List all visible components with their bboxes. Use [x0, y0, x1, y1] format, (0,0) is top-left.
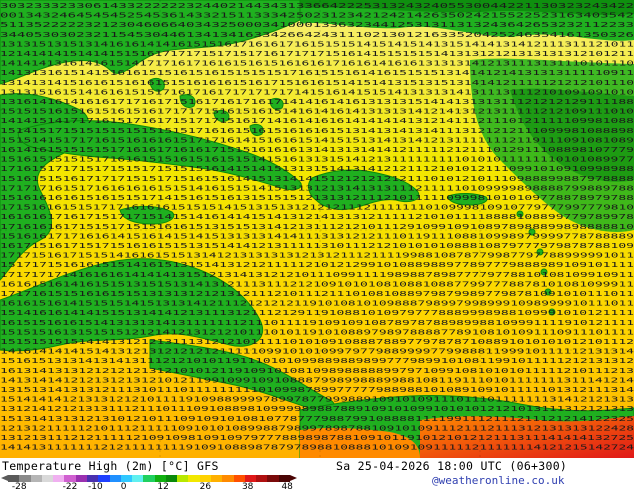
- temperature-value-row: 1515151515141413121213111312121011111010…: [0, 338, 634, 346]
- temperature-value-row: 1416141414151413121312121212111110991010…: [0, 348, 634, 356]
- temperature-value-row: 1516151313141314131112121010119111010109…: [0, 357, 634, 365]
- temperature-value-row: 1516151516171717151517151615161415131414…: [0, 175, 634, 183]
- colorbar-segment: [41, 475, 54, 482]
- temperature-value-row: 1515151613151515121214121312121011101011…: [0, 328, 634, 336]
- temperature-value-row: 1716151717151715151715151516141514151313…: [0, 165, 634, 173]
- colorbar-segment: [256, 475, 268, 482]
- temperature-value-row: 1514151715151515151515151716161516151616…: [0, 127, 634, 135]
- colorbar-segment: [120, 475, 133, 482]
- colorbar-segment: [278, 475, 291, 482]
- temperature-value-row: 1214141415141415151617171715171517161717…: [0, 50, 634, 58]
- temperature-value-grid: 3032333233061433222222324402144343133664…: [0, 2, 634, 452]
- credit-link[interactable]: @weatheronline.co.uk: [432, 474, 564, 487]
- temperature-value-row: 5113522222321230460664034325000341000133…: [0, 21, 634, 29]
- temperature-value-row: 1515151615161516151617171715161516151416…: [0, 108, 634, 116]
- temperature-value-row: 1312141212131311121110111091088981099998…: [0, 405, 634, 413]
- colorbar-tick-label: 48: [281, 482, 293, 490]
- temperature-value-row: 1315131413131211131011101111111110109987…: [0, 386, 634, 394]
- colorbar-segment: [75, 475, 88, 482]
- colorbar-segment: [30, 475, 43, 482]
- colorbar-segment: [154, 475, 167, 482]
- temperature-value-row: 1513141313121310121011109109101081077877…: [0, 415, 634, 423]
- colorbar-segment: [109, 475, 122, 482]
- temperature-value-row: 1413131615141516161515161516151515151716…: [0, 69, 634, 77]
- colorbar-tick-label: 26: [199, 482, 212, 490]
- colorbar-segment: [53, 475, 65, 482]
- temperature-colorbar: [1, 475, 297, 482]
- temperature-value-row: 1313151315131416161414161515161716161716…: [0, 40, 634, 48]
- temperature-value-row: 1717151617151514161615151314121313131312…: [0, 252, 634, 260]
- colorbar-segment: [222, 475, 235, 482]
- temperature-value-row: 1717161515161615151313131212131211121011…: [0, 290, 634, 298]
- temperature-value-row: 1613141313121212121312101012119109101081…: [0, 367, 634, 375]
- colorbar-segment: [199, 475, 212, 482]
- colorbar-segment: [64, 475, 77, 482]
- temperature-map: 3032333233061433222222324402144343133664…: [0, 0, 634, 458]
- colorbar-segment: [98, 475, 110, 482]
- temperature-value-row: 1515141517171615161616151717161415161615…: [0, 136, 634, 144]
- temperature-value-row: 1213121111121011121111109101010899887989…: [0, 424, 634, 432]
- temperature-value-row: 1314131415161615161615151616161516171516…: [0, 79, 634, 87]
- colorbar-segment: [143, 475, 156, 482]
- colorbar-segment: [244, 475, 257, 482]
- temperature-value-row: 1514141412131312121011119109889999789978…: [0, 396, 634, 404]
- temperature-value-row: 1313151615141616151517161716171717171714…: [0, 88, 634, 96]
- weather-map-screen: 3032333233061433222222324402144343133664…: [0, 0, 634, 490]
- temperature-value-row: 1414141316141615141717161716161516151616…: [0, 60, 634, 68]
- colorbar-segment: [188, 475, 201, 482]
- temperature-value-row: 1312131112121111121091098109109797778898…: [0, 434, 634, 442]
- temperature-value-row: 1414131111111212111111119109108898787978…: [0, 444, 634, 452]
- temperature-value-row: 1414151417171615171617151717151617141614…: [0, 117, 634, 125]
- forecast-datetime: Sa 25-04-2026 18:00 UTC (06+300): [336, 459, 568, 473]
- temperature-value-row: 1516161616151615151714151615161315151512…: [0, 194, 634, 202]
- temperature-value-row: 1516161717161614151614151415131313141411…: [0, 232, 634, 240]
- colorbar-segment: [8, 475, 20, 482]
- colorbar-right-arrow: [290, 475, 297, 481]
- temperature-value-row: 1517171516161515141615131514131212111112…: [0, 261, 634, 269]
- colorbar-segment: [177, 475, 189, 482]
- colorbar-segment: [267, 475, 280, 482]
- colorbar-segment: [165, 475, 178, 482]
- temperature-value-row: 1717171714161616141414131512131413121210…: [0, 271, 634, 279]
- colorbar-tick-label: 38: [241, 482, 254, 490]
- temperature-value-row: 1716161617151517151516161513151513141213…: [0, 223, 634, 231]
- colorbar-segment: [211, 475, 223, 482]
- temperature-value-row: 0013432464545452545361433215113334250231…: [0, 12, 634, 20]
- colorbar-tick-label: 0: [120, 482, 127, 490]
- map-title: Temperature High (2m) [°C] GFS: [2, 459, 219, 473]
- map-footer: Temperature High (2m) [°C] GFS Sa 25-04-…: [0, 458, 634, 490]
- temperature-value-row: 1615151616151413131314131111111211101111…: [0, 319, 634, 327]
- temperature-value-row: 1614161515151517161617161617151516161613…: [0, 146, 634, 154]
- temperature-value-row: 1516151515151716161515161516151514151613…: [0, 156, 634, 164]
- colorbar-tick-label: -22: [62, 482, 78, 490]
- temperature-value-row: 1715161615151717161616151515141513151312…: [0, 204, 634, 212]
- temperature-value-row: 1616151614161515131515131413121113111212…: [0, 280, 634, 288]
- temperature-value-row: 1717171615171616161615151416151514151313…: [0, 184, 634, 192]
- colorbar-segment: [19, 475, 32, 482]
- temperature-value-row: 1617151617151715161615151315141412131111…: [0, 242, 634, 250]
- temperature-value-row: 1514161614141515131414121311131211121291…: [0, 309, 634, 317]
- temperature-value-row: 1616161716171517171514151416141415141312…: [0, 213, 634, 221]
- colorbar-left-arrow: [1, 475, 8, 481]
- temperature-value-row: 3440530302321154530446134134163342664243…: [0, 31, 634, 39]
- colorbar-segment: [132, 475, 144, 482]
- colorbar-segment: [233, 475, 246, 482]
- colorbar-tick-label: -10: [88, 482, 103, 490]
- colorbar-segment: [86, 475, 99, 482]
- colorbar-tick-label: -28: [11, 482, 27, 490]
- temperature-value-row: 1616151614151515141513131412111212121211…: [0, 300, 634, 308]
- colorbar-tick-label: 12: [157, 482, 169, 490]
- temperature-value-row: 3032333233061433222222324402144343133664…: [0, 2, 634, 10]
- temperature-value-row: 1413141412121312131210121199109910910888…: [0, 376, 634, 384]
- temperature-value-row: 1316141614161617171617151617161716171414…: [0, 98, 634, 106]
